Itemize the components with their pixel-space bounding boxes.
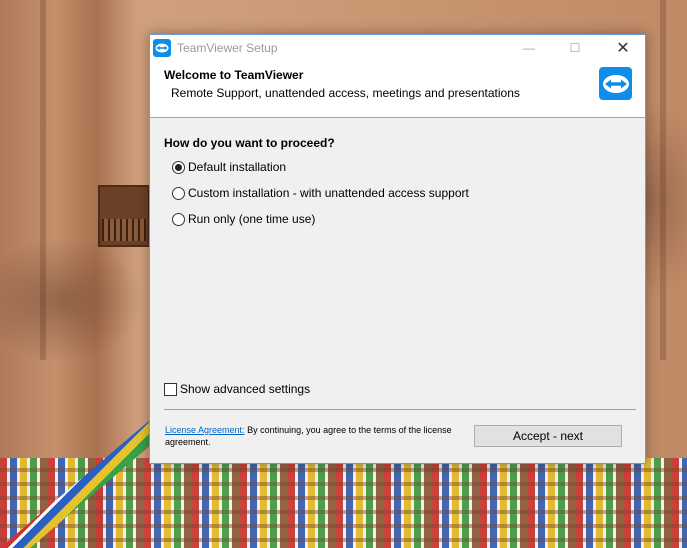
window-title: TeamViewer Setup bbox=[177, 40, 278, 55]
option-run-only[interactable]: Run only (one time use) bbox=[172, 212, 315, 226]
option-custom-installation[interactable]: Custom installation - with unattended ac… bbox=[172, 186, 469, 200]
proceed-question: How do you want to proceed? bbox=[164, 136, 335, 150]
footer-divider bbox=[164, 409, 636, 410]
option-label: Custom installation - with unattended ac… bbox=[188, 186, 469, 200]
header-title: Welcome to TeamViewer bbox=[164, 68, 304, 82]
accept-next-button[interactable]: Accept - next bbox=[474, 425, 622, 447]
advanced-settings-label: Show advanced settings bbox=[180, 382, 311, 396]
radio-button[interactable] bbox=[172, 160, 185, 174]
wallpaper-rock bbox=[660, 0, 666, 360]
minimize-button[interactable]: — bbox=[506, 35, 552, 60]
title-bar[interactable]: TeamViewer Setup — ☐ ✕ bbox=[150, 35, 645, 60]
option-label: Default installation bbox=[188, 160, 287, 174]
advanced-settings-checkbox[interactable] bbox=[164, 382, 177, 396]
wallpaper-rock bbox=[40, 0, 46, 360]
license-agreement-link[interactable]: License Agreement: bbox=[165, 425, 245, 435]
license-notice: License Agreement: By continuing, you ag… bbox=[165, 424, 475, 448]
teamviewer-logo-icon bbox=[599, 67, 632, 100]
teamviewer-app-icon bbox=[153, 38, 171, 57]
show-advanced-settings[interactable]: Show advanced settings bbox=[164, 382, 310, 396]
wallpaper-balcony bbox=[98, 185, 150, 247]
radio-button[interactable] bbox=[172, 186, 185, 200]
header-panel: Welcome to TeamViewer Remote Support, un… bbox=[150, 60, 645, 118]
setup-window: TeamViewer Setup — ☐ ✕ Welcome to TeamVi… bbox=[149, 34, 646, 464]
option-default-installation[interactable]: Default installation bbox=[172, 160, 286, 174]
close-button[interactable]: ✕ bbox=[600, 35, 646, 60]
maximize-button[interactable]: ☐ bbox=[552, 35, 598, 60]
radio-button[interactable] bbox=[172, 212, 185, 226]
header-subtitle: Remote Support, unattended access, meeti… bbox=[171, 86, 520, 100]
option-label: Run only (one time use) bbox=[188, 212, 316, 226]
